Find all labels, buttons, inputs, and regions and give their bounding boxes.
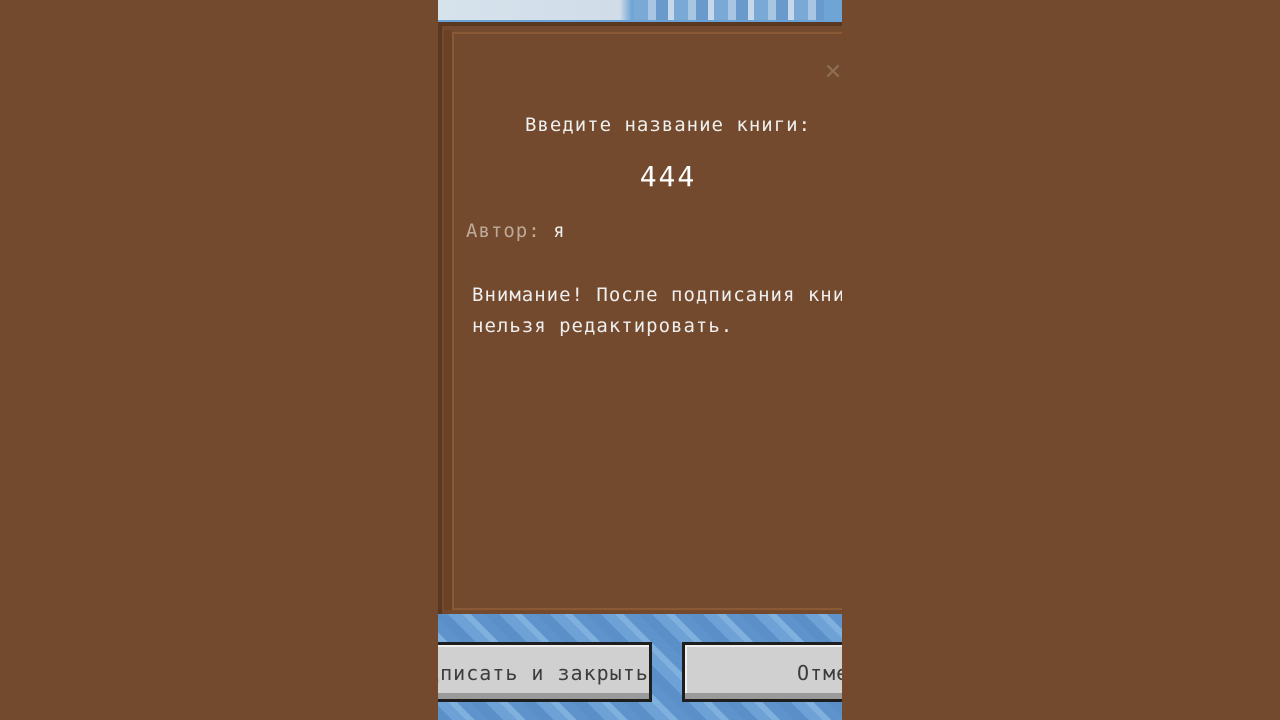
- cancel-button-label: Отмена: [797, 661, 842, 685]
- book-title-input[interactable]: [588, 158, 748, 194]
- game-viewport: ✕ Введите название книги: Автор: я Внима…: [438, 0, 842, 720]
- sign-and-close-button[interactable]: Подписать и закрыть: [438, 642, 652, 702]
- warning-line-1: Внимание! После подписания книгу: [472, 284, 842, 306]
- author-value: я: [553, 220, 566, 242]
- author-row: Автор: я: [466, 220, 566, 242]
- cancel-button[interactable]: Отмена: [682, 642, 842, 702]
- sign-button-label: Подписать и закрыть: [438, 661, 649, 685]
- background-texture: [634, 0, 824, 20]
- author-label: Автор:: [466, 220, 541, 242]
- warning-text: Внимание! После подписания книгу нельзя …: [472, 280, 842, 342]
- screen: ✕ Введите название книги: Автор: я Внима…: [0, 0, 1280, 720]
- title-prompt: Введите название книги:: [524, 114, 812, 136]
- warning-line-2: нельзя редактировать.: [472, 315, 734, 337]
- right-letterbox: [842, 0, 1280, 720]
- left-letterbox: [0, 0, 438, 720]
- background-strip-top: [438, 0, 842, 20]
- close-icon[interactable]: ✕: [822, 62, 842, 84]
